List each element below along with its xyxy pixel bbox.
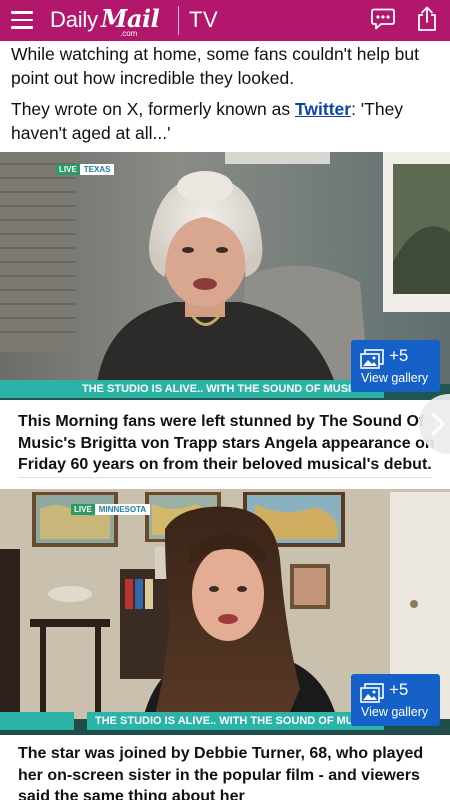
gallery-icon <box>360 349 384 369</box>
video-caption: This Morning fans were left stunned by T… <box>18 413 435 473</box>
view-gallery-button[interactable]: +5 View gallery <box>351 340 440 392</box>
news-ticker: THE STUDIO IS ALIVE.. WITH THE SOUND OF … <box>87 712 384 730</box>
gallery-count: +5 <box>389 680 409 699</box>
menu-icon[interactable] <box>11 9 33 31</box>
live-location-tag: LIVE TEXAS <box>56 164 115 175</box>
video-caption: The star was joined by Debbie Turner, 68… <box>18 745 424 800</box>
video-player[interactable]: LIVE MINNESOTA THE STUDIO IS ALIVE.. WIT… <box>0 489 450 735</box>
location-label: MINNESOTA <box>94 504 151 515</box>
logo-divider <box>178 6 179 35</box>
live-location-tag: LIVE MINNESOTA <box>71 504 151 515</box>
comments-icon[interactable] <box>371 8 395 30</box>
ticker-bar <box>0 712 74 730</box>
logo-daily-text: Daily <box>50 7 98 32</box>
ticker-bar <box>0 380 74 398</box>
view-gallery-button[interactable]: +5 View gallery <box>351 674 440 726</box>
article-paragraph: While watching at home, some fans couldn… <box>11 44 420 88</box>
divider <box>18 477 432 478</box>
logo-com-text: .com <box>120 29 138 38</box>
live-label: LIVE <box>71 504 95 515</box>
dailymail-logo[interactable]: Daily Mail .com <box>50 4 160 38</box>
gallery-icon <box>360 683 384 703</box>
location-label: TEXAS <box>79 164 115 175</box>
gallery-count: +5 <box>389 346 409 365</box>
chevron-right-icon <box>431 412 445 436</box>
gallery-label: View gallery <box>361 705 429 719</box>
share-icon[interactable] <box>416 6 438 32</box>
article-paragraph: They wrote on X, formerly known as Twitt… <box>11 97 441 145</box>
video-player[interactable]: LIVE TEXAS THE STUDIO IS ALIVE.. WITH TH… <box>0 152 450 400</box>
paragraph-text: They wrote on X, formerly known as <box>11 99 295 119</box>
gallery-label: View gallery <box>361 371 429 385</box>
twitter-link[interactable]: Twitter <box>295 99 351 119</box>
news-ticker: THE STUDIO IS ALIVE.. WITH THE SOUND OF … <box>74 380 384 398</box>
live-label: LIVE <box>56 164 80 175</box>
section-title[interactable]: TV <box>189 7 218 33</box>
app-header: Daily Mail .com TV <box>0 0 450 41</box>
